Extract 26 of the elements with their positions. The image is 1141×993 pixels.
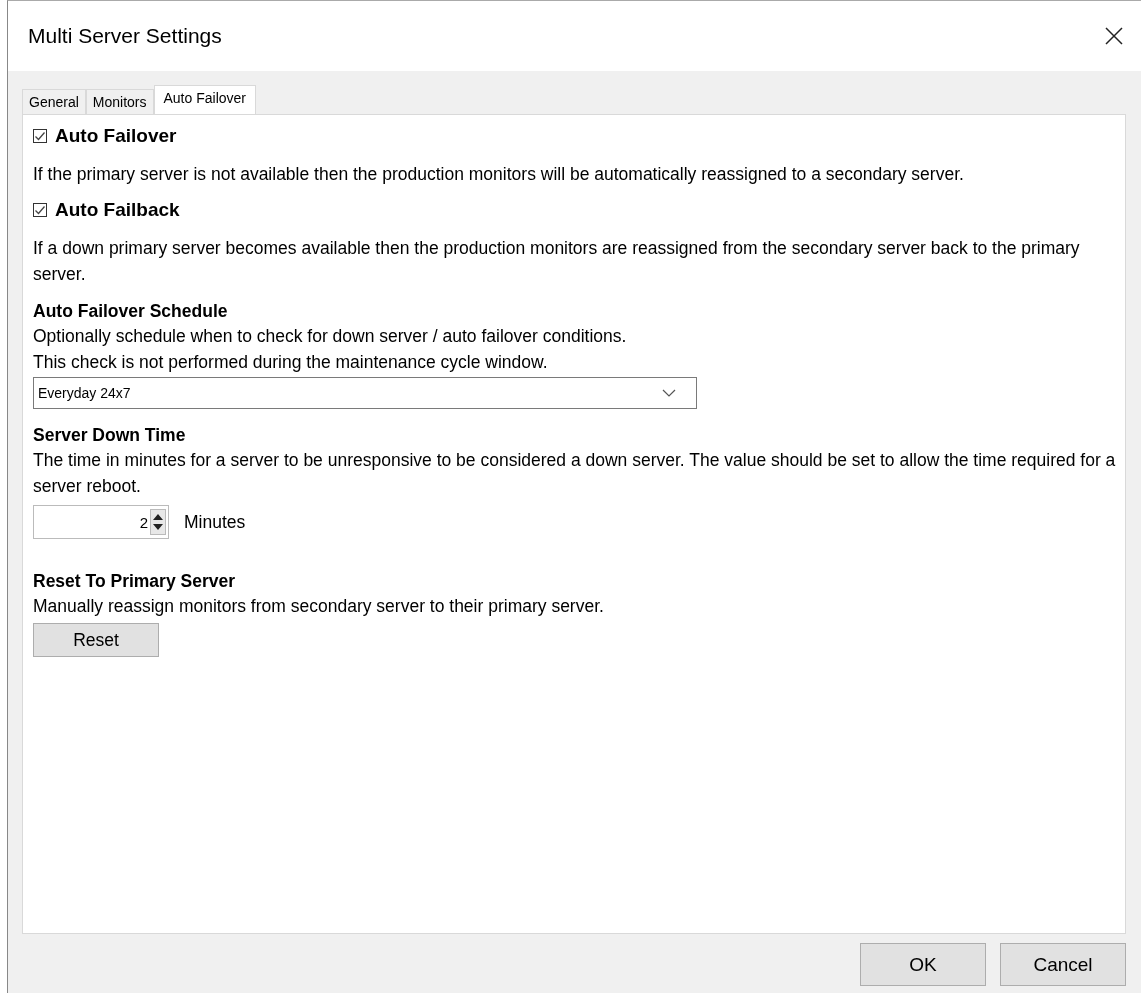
reset-button[interactable]: Reset [33,623,159,657]
description-text: This check is not performed during the maintenance cycle window. [33,351,549,374]
checkbox[interactable] [33,129,47,143]
section-heading: Server Down Time [33,424,187,447]
description-text: Manually reassign monitors from secondary server to their primary server. [33,595,605,618]
close-icon[interactable] [1105,27,1123,45]
spin-arrows-icon[interactable] [150,509,166,535]
tab[interactable]: General [22,89,86,114]
chevron-down-icon [662,389,676,397]
section-heading: Auto Failover Schedule [33,300,229,323]
checkbox[interactable] [33,203,47,217]
window-title: Multi Server Settings [28,24,222,48]
description-text: The time in minutes for a server to be unresponsive to be considered a down server. The value should be set to allow the time required for a server reboot. [33,449,1117,498]
tab[interactable]: Auto Failover [153,85,256,114]
description-text: If a down primary server becomes available then the production monitors are reassigned from the secondary server back to the primary server. [33,237,1081,286]
description-text: Optionally schedule when to check for down server / auto failover conditions. [33,325,628,348]
checkbox-label: Auto Failback [55,199,180,221]
tab[interactable]: Monitors [85,89,154,114]
section-heading: Reset To Primary Server [33,570,236,593]
cancel-button[interactable]: Cancel [1000,943,1126,986]
checkbox-label: Auto Failover [55,125,177,147]
schedule-dropdown[interactable]: Everyday 24x7 [33,377,697,409]
minutes-spinner[interactable]: 2 [33,505,169,539]
description-text: If the primary server is not available then the production monitors will be automatically reassigned to a secondary server. [33,163,965,186]
unit-label: Minutes [184,511,246,533]
ok-button[interactable]: OK [860,943,986,986]
